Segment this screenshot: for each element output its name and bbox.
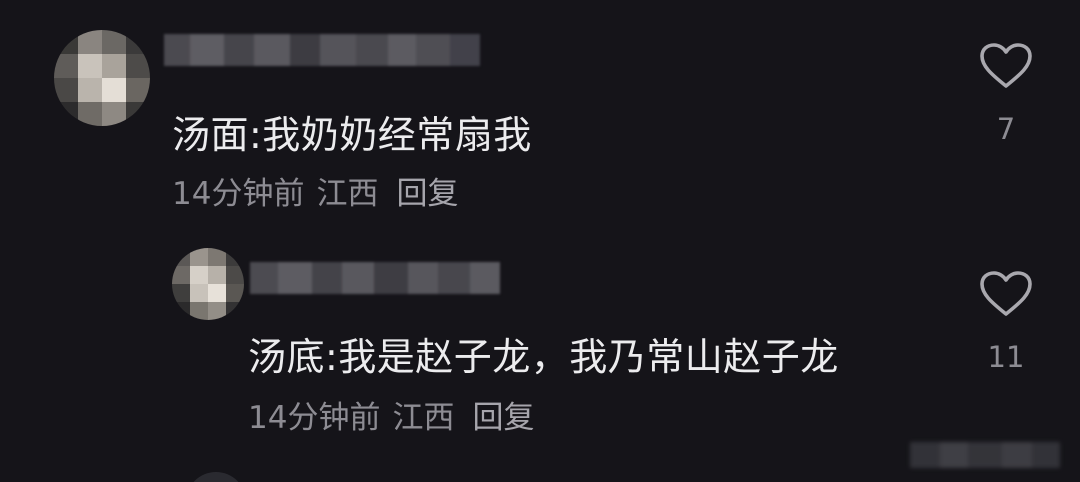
- heart-outline-icon: [970, 270, 1042, 318]
- like-button[interactable]: 7: [970, 42, 1042, 146]
- like-button[interactable]: 11: [970, 270, 1042, 374]
- username-blurred[interactable]: [164, 34, 480, 66]
- username-blurred[interactable]: [250, 262, 500, 294]
- avatar[interactable]: [172, 248, 244, 320]
- comment-text: 汤底:我是赵子龙，我乃常山赵子龙: [248, 335, 839, 379]
- comment-text: 汤面:我奶奶经常扇我: [172, 113, 532, 157]
- comment-time: 14分钟前: [248, 400, 381, 436]
- comment-meta: 14分钟前 江西 回复: [172, 168, 458, 213]
- comment-meta: 14分钟前 江西 回复: [248, 392, 534, 437]
- comment-location: 江西: [392, 400, 455, 436]
- watermark-blurred: [910, 442, 1060, 468]
- like-count: 11: [987, 340, 1025, 374]
- comment-time: 14分钟前: [172, 176, 305, 212]
- avatar[interactable]: [54, 30, 150, 126]
- comment-location: 江西: [316, 176, 379, 212]
- like-count: 7: [996, 112, 1016, 146]
- heart-outline-icon: [970, 42, 1042, 90]
- reply-button[interactable]: 回复: [396, 176, 458, 212]
- comment-list: 汤面:我奶奶经常扇我 14分钟前 江西 回复 7 汤底:我是赵子龙，我乃常山赵子…: [0, 0, 1080, 482]
- reply-button[interactable]: 回复: [472, 400, 534, 436]
- next-comment-avatar-partial: [186, 472, 246, 482]
